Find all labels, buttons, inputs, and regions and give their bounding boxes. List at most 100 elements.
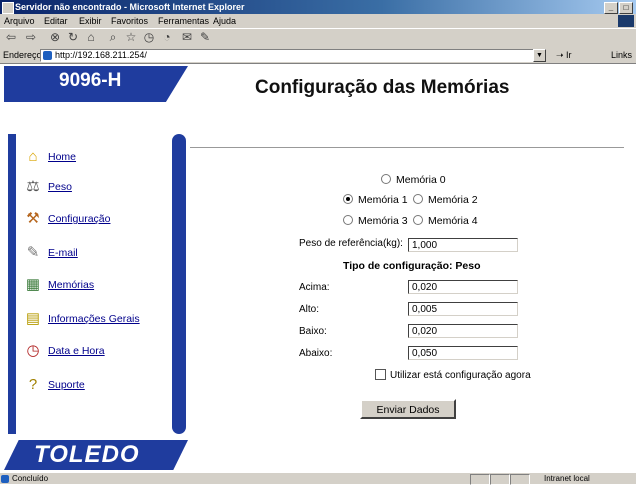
radio-indicator[interactable]	[343, 194, 353, 205]
sidebar-item-label[interactable]: Home	[48, 151, 76, 163]
tools-icon: ⚒	[26, 210, 40, 227]
sidebar-item-data-e-hora[interactable]: ◷ Data e Hora	[24, 342, 174, 362]
menu-bar: Arquivo Editar Exibir Favoritos Ferramen…	[0, 14, 636, 28]
model-banner: 9096-H	[4, 66, 188, 102]
favorites-icon[interactable]: ☆	[124, 31, 138, 44]
acima-input[interactable]	[408, 280, 518, 294]
brand-name: TOLEDO	[34, 441, 140, 468]
history-icon[interactable]: ◷	[142, 31, 156, 44]
radio-label: Memória 1	[358, 194, 408, 206]
status-pane	[490, 474, 510, 485]
question-icon: ?	[28, 376, 38, 393]
status-bar: Concluído Intranet local	[0, 472, 636, 485]
radio-indicator[interactable]	[413, 215, 423, 226]
sidebar-item-label[interactable]: Suporte	[48, 379, 85, 391]
radio-label: Memória 2	[428, 194, 478, 206]
menu-arquivo[interactable]: Arquivo	[4, 14, 35, 28]
alto-input[interactable]	[408, 302, 518, 316]
toledo-logo: TOLEDO	[4, 440, 188, 470]
status-pane	[470, 474, 490, 485]
radio-memoria-4[interactable]: Memória 4	[413, 215, 478, 227]
radio-memoria-3[interactable]: Memória 3	[343, 215, 408, 227]
sidebar-item-label[interactable]: Informações Gerais	[48, 313, 140, 325]
house-icon: ⌂	[28, 148, 38, 165]
go-button[interactable]: ➝ Ir	[556, 47, 572, 63]
home-icon[interactable]: ⌂	[84, 31, 98, 44]
sidebar-border-right	[172, 134, 186, 434]
ie-window-icon	[2, 2, 14, 14]
window-title-bar: Servidor não encontrado - Microsoft Inte…	[0, 0, 636, 14]
config-type-heading: Tipo de configuração: Peso	[343, 260, 481, 272]
model-name: 9096-H	[59, 70, 122, 91]
page-icon	[43, 51, 52, 60]
search-icon[interactable]: ⌕	[106, 31, 120, 44]
baixo-input[interactable]	[408, 324, 518, 338]
sidebar-item-label[interactable]: Peso	[48, 181, 72, 193]
security-zone: Intranet local	[544, 474, 590, 483]
address-dropdown-button[interactable]: ▼	[533, 49, 546, 62]
address-bar: Endereço http://192.168.211.254/ ▼ ➝ Ir …	[0, 47, 636, 64]
edit-icon[interactable]: ✎	[198, 31, 212, 44]
radio-label: Memória 0	[396, 174, 446, 186]
back-icon[interactable]: ⇦	[4, 31, 18, 44]
sidebar-border-left	[8, 134, 16, 434]
window-title: Servidor não encontrado - Microsoft Inte…	[15, 2, 245, 12]
menu-favoritos[interactable]: Favoritos	[111, 14, 148, 28]
radio-indicator[interactable]	[343, 215, 353, 226]
sidebar-item-label[interactable]: Configuração	[48, 213, 110, 225]
stop-icon[interactable]: ⊗	[48, 31, 62, 44]
send-data-button[interactable]: Enviar Dados	[360, 399, 456, 419]
page-title: Configuração das Memórias	[255, 77, 510, 98]
sidebar-item-informacoes-gerais[interactable]: ▤ Informações Gerais	[24, 310, 174, 330]
checkbox-label: Utilizar está configuração agora	[390, 370, 531, 382]
radio-indicator[interactable]	[381, 174, 391, 185]
radio-memoria-2[interactable]: Memória 2	[413, 194, 478, 206]
sidebar-item-label[interactable]: Data e Hora	[48, 345, 105, 357]
menu-exibir[interactable]: Exibir	[79, 14, 102, 28]
abaixo-input[interactable]	[408, 346, 518, 360]
clock-icon: ◷	[26, 342, 40, 359]
scale-icon: ⚖	[26, 178, 40, 195]
refresh-icon[interactable]: ↻	[66, 31, 80, 44]
address-label: Endereço	[3, 50, 42, 60]
use-config-now-checkbox[interactable]: Utilizar está configuração agora	[375, 369, 531, 382]
title-divider	[190, 147, 624, 148]
sidebar-item-suporte[interactable]: ? Suporte	[24, 376, 174, 396]
reference-weight-input[interactable]	[408, 238, 518, 252]
radio-memoria-0[interactable]: Memória 0	[381, 174, 446, 186]
menu-ferramentas[interactable]: Ferramentas	[158, 14, 209, 28]
menu-ajuda[interactable]: Ajuda	[213, 14, 236, 28]
abaixo-label: Abaixo:	[299, 348, 333, 359]
radio-memoria-1[interactable]: Memória 1	[343, 194, 408, 206]
address-input[interactable]: http://192.168.211.254/	[40, 49, 546, 62]
sidebar-item-configuracao[interactable]: ⚒ Configuração	[24, 210, 174, 230]
acima-label: Acima:	[299, 282, 330, 293]
sidebar-item-peso[interactable]: ⚖ Peso	[24, 178, 174, 198]
forward-icon[interactable]: ⇨	[24, 31, 38, 44]
pen-icon: ✎	[26, 244, 40, 261]
sidebar-nav: ⌂ Home ⚖ Peso ⚒ Configuração ✎ E-mail ▦ …	[8, 134, 186, 434]
page-done-icon	[1, 475, 9, 483]
channels-icon[interactable]: ◔	[160, 31, 174, 44]
document-icon: ▤	[25, 310, 41, 327]
windows-logo-icon	[618, 15, 634, 27]
sidebar-item-email[interactable]: ✎ E-mail	[24, 244, 174, 264]
sidebar-item-home[interactable]: ⌂ Home	[24, 148, 174, 168]
menu-editar[interactable]: Editar	[44, 14, 68, 28]
links-button[interactable]: Links	[611, 47, 632, 63]
mail-icon[interactable]: ✉	[180, 31, 194, 44]
sidebar-item-memorias[interactable]: ▦ Memórias	[24, 276, 174, 296]
maximize-button[interactable]: □	[619, 2, 633, 14]
checkbox-indicator[interactable]	[375, 369, 386, 380]
page-content: 9096-H ⌂ Home ⚖ Peso ⚒ Configuração ✎ E-…	[0, 64, 636, 472]
alto-label: Alto:	[299, 304, 320, 315]
sidebar-item-label[interactable]: E-mail	[48, 247, 78, 259]
status-text: Concluído	[12, 474, 49, 483]
radio-label: Memória 3	[358, 215, 408, 227]
minimize-button[interactable]: _	[604, 2, 618, 14]
baixo-label: Baixo:	[299, 326, 327, 337]
radio-indicator[interactable]	[413, 194, 423, 205]
radio-label: Memória 4	[428, 215, 478, 227]
sidebar-item-label[interactable]: Memórias	[48, 279, 94, 291]
status-pane	[510, 474, 530, 485]
